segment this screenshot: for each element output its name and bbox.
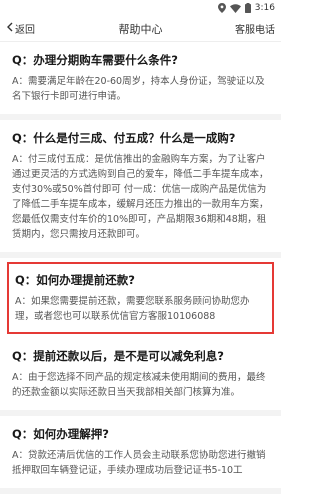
faq-answer: A：需要满足年龄在20-60周岁，持本人身份证，驾驶证以及名下银行卡即可进行申请… — [12, 76, 265, 102]
faq-answer: A：由于您选择不同产品的规定核减未使用期间的费用，最终的还款金额以实际还款日当天… — [12, 372, 266, 398]
faq-answer: A：付三成付五成：是优信推出的金融购车方案，为了让客户通过更灵活的方式选购到自己… — [12, 154, 269, 240]
faq-question: Q：什么是付三成、付五成？什么是一成购? — [12, 131, 236, 145]
nav-bar: 返回 帮助中心 客服电话 — [0, 16, 281, 42]
faq-question: Q：如何办理解押? — [12, 427, 109, 441]
faq-list: Q：办理分期购车需要什么条件? A：需要满足年龄在20-60周岁，持本人身份证，… — [0, 42, 281, 494]
faq-item: Q：什么是付三成、付五成？什么是一成购? A：付三成付五成：是优信推出的金融购车… — [0, 120, 281, 258]
faq-item: Q：办理分期购车需要什么条件? A：需要满足年龄在20-60周岁，持本人身份证，… — [0, 42, 281, 120]
faq-item: Q：提前还款以后，是不是可以减免利息? A：由于您选择不同产品的规定核减未使用期… — [0, 338, 281, 416]
status-bar: 3:16 — [0, 0, 281, 16]
faq-item: Q：如何办理解押? A：贷款还清后优信的工作人员会主动联系您协助您进行撤销抵押取… — [0, 416, 281, 494]
status-time: 3:16 — [254, 3, 275, 13]
faq-question: Q：如何办理提前还款? — [15, 273, 135, 287]
back-label: 返回 — [15, 25, 35, 36]
faq-item-highlighted: Q：如何办理提前还款? A：如果您需要提前还款，需要您联系服务顾问协助您办理，或… — [7, 262, 274, 334]
faq-answer: A：如果您需要提前还款，需要您联系服务顾问协助您办理，或者您也可以联系优信官方客… — [15, 296, 250, 322]
chevron-left-icon — [6, 22, 14, 35]
battery-icon — [244, 3, 251, 13]
back-button[interactable]: 返回 — [6, 21, 35, 36]
customer-service-phone-button[interactable]: 客服电话 — [235, 21, 275, 36]
faq-answer: A：贷款还清后优信的工作人员会主动联系您协助您进行撤销抵押取回车辆登记证，手续办… — [12, 450, 266, 476]
faq-question: Q：办理分期购车需要什么条件? — [12, 53, 178, 67]
location-icon — [217, 3, 226, 13]
wifi-icon — [229, 3, 241, 13]
faq-question: Q：提前还款以后，是不是可以减免利息? — [12, 349, 224, 363]
